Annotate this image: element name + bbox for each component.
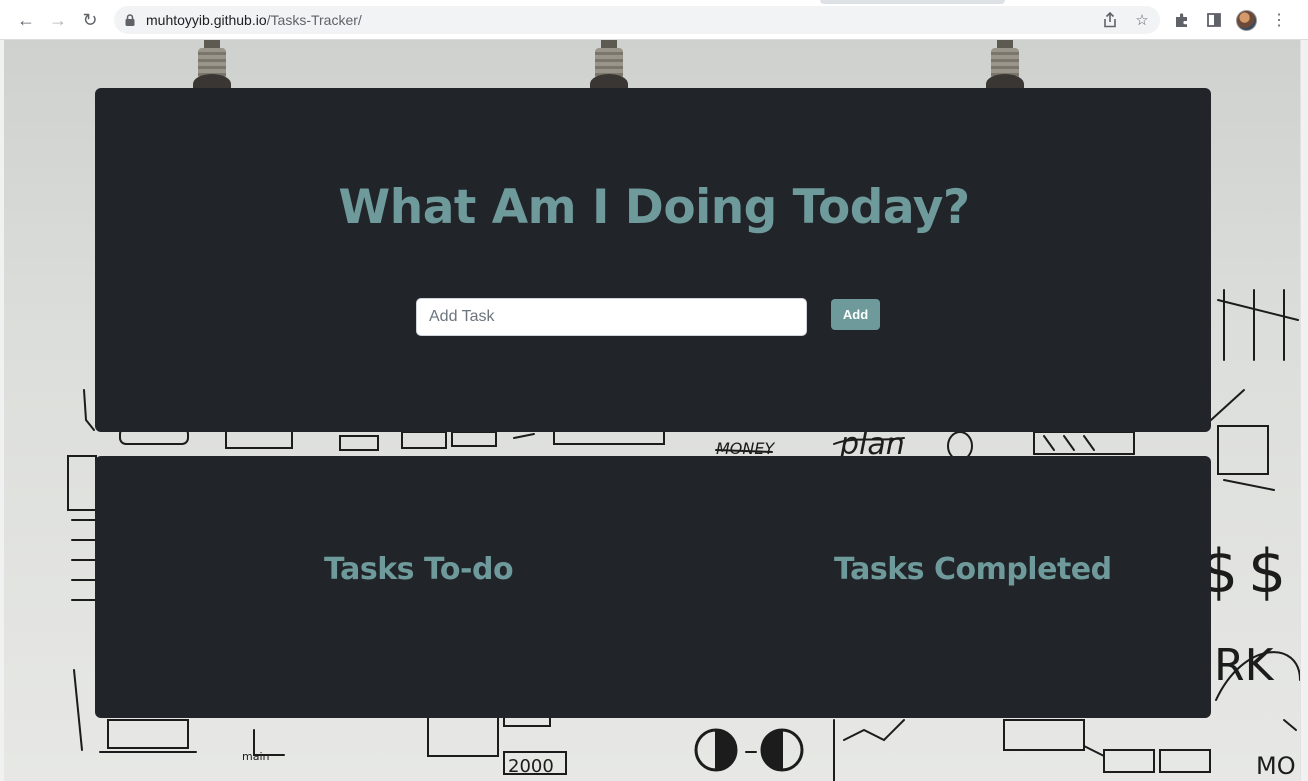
- browser-toolbar: ← → ↻ muhtoyyib.github.io/Tasks-Tracker/…: [0, 0, 1308, 40]
- svg-text:$: $: [1248, 537, 1286, 607]
- back-icon[interactable]: ←: [15, 9, 37, 31]
- kebab-menu-icon[interactable]: ⋮: [1269, 10, 1289, 30]
- active-tab-edge: [820, 0, 1005, 4]
- url-host: muhtoyyib.github.io: [146, 12, 267, 28]
- side-panel-icon[interactable]: [1204, 10, 1224, 30]
- profile-avatar[interactable]: [1236, 10, 1257, 31]
- svg-text:2000: 2000: [508, 756, 554, 777]
- reload-icon[interactable]: ↻: [79, 9, 101, 31]
- tasks-todo-heading: Tasks To-do: [324, 552, 514, 587]
- extensions-puzzle-icon[interactable]: [1172, 10, 1192, 30]
- svg-text:MO: MO: [1256, 752, 1296, 780]
- task-input-card: [95, 88, 1211, 432]
- svg-text:RK: RK: [1214, 640, 1275, 691]
- share-icon[interactable]: [1101, 11, 1119, 29]
- lock-icon: [125, 14, 135, 26]
- add-task-button[interactable]: Add: [831, 299, 880, 330]
- svg-text:main: main: [242, 750, 270, 763]
- forward-icon[interactable]: →: [47, 9, 69, 31]
- tasks-completed-heading: Tasks Completed: [834, 552, 1112, 587]
- add-task-input[interactable]: [416, 298, 807, 336]
- task-lists-card: [95, 456, 1211, 718]
- bookmark-star-icon[interactable]: ☆: [1133, 11, 1151, 29]
- scrollbar-track[interactable]: [1300, 40, 1308, 781]
- page-title: What Am I Doing Today?: [338, 180, 970, 235]
- url-path: /Tasks-Tracker/: [266, 12, 362, 28]
- url-text: muhtoyyib.github.io/Tasks-Tracker/: [146, 12, 362, 28]
- address-bar[interactable]: muhtoyyib.github.io/Tasks-Tracker/ ☆: [114, 6, 1160, 34]
